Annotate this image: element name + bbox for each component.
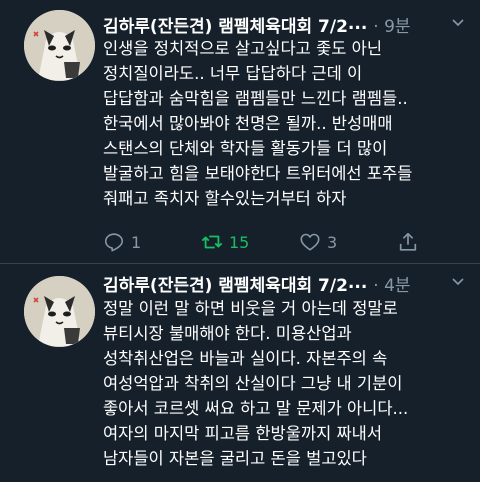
like-button[interactable]: 3 bbox=[299, 227, 337, 257]
retweet-button[interactable]: 15 bbox=[201, 227, 249, 257]
retweet-count: 15 bbox=[229, 232, 250, 252]
tweet-line: 여자의 마지막 피고름 한방울까지 짜내서 bbox=[103, 424, 383, 443]
author-name-ellipsis: ... bbox=[347, 14, 368, 34]
author-name[interactable]: 김하루(잔든견) 램펨체육대회 7/2 bbox=[103, 12, 348, 37]
tweet-line: 뷰티시장 불매해야 한다. 미용산업과 bbox=[103, 324, 352, 343]
avatar-image bbox=[24, 10, 95, 81]
tweet-header: 김하루(잔든견) 램펨체육대회 7/2 ... · 4분 bbox=[103, 271, 470, 296]
author-name[interactable]: 김하루(잔든견) 램펨체육대회 7/2 bbox=[103, 271, 348, 296]
tweet-line: 여성억압과 착취의 산실이다 그냥 내 기분이 bbox=[103, 374, 403, 393]
avatar[interactable] bbox=[24, 276, 95, 347]
tweet-line: 좋아서 코르셋 써요 하고 말 문제가 아니다... bbox=[103, 399, 409, 418]
tweet-header: 김하루(잔든견) 램펨체육대회 7/2 ... · 9분 bbox=[103, 12, 470, 37]
tweet-line: 남자들이 자본을 굴리고 돈을 벌고있다 bbox=[103, 449, 367, 468]
action-bar: 1 15 3 bbox=[103, 227, 440, 257]
tweet-text: 정말 이런 말 하면 비웃을 거 아는데 정말로 뷰티시장 불매해야 한다. 미… bbox=[103, 296, 468, 471]
share-icon bbox=[399, 232, 417, 251]
chevron-down-icon[interactable] bbox=[450, 273, 466, 289]
like-icon bbox=[300, 233, 320, 251]
timestamp[interactable]: · 9분 bbox=[373, 12, 410, 37]
reply-button[interactable]: 1 bbox=[103, 227, 141, 257]
timestamp[interactable]: · 4분 bbox=[373, 271, 410, 296]
share-button[interactable] bbox=[397, 227, 425, 257]
avatar[interactable] bbox=[24, 10, 95, 81]
tweet[interactable]: 김하루(잔든견) 램펨체육대회 7/2 ... · 4분 정말 이런 말 하면 … bbox=[0, 263, 480, 482]
tweet-line: 정말 이런 말 하면 비웃을 거 아는데 정말로 bbox=[103, 299, 398, 318]
tweet-line: 답답함과 숨막힘을 램펨들만 느낀다 램펨들.. bbox=[103, 89, 408, 108]
reply-count: 1 bbox=[131, 232, 142, 252]
like-count: 3 bbox=[327, 232, 338, 252]
tweet-line: 줘패고 족치자 할수있는거부터 하자 bbox=[103, 189, 347, 208]
tweet-line: 스탠스의 단체와 학자들 활동가들 더 많이 bbox=[103, 139, 388, 158]
chevron-down-icon[interactable] bbox=[450, 14, 466, 30]
tweet-line: 인생을 정치적으로 살고싶다고 좇도 아닌 bbox=[103, 39, 383, 58]
reply-icon bbox=[104, 233, 124, 252]
tweet-line: 정치질이라도.. 너무 답답하다 근데 이 bbox=[103, 64, 363, 83]
tweet-line: 발굴하고 힘을 보태야한다 트위터에선 포주들 bbox=[103, 164, 413, 183]
tweet[interactable]: 김하루(잔든견) 램펨체육대회 7/2 ... · 9분 인생을 정치적으로 살… bbox=[0, 0, 480, 263]
retweet-icon bbox=[201, 235, 223, 249]
author-name-ellipsis: ... bbox=[347, 273, 368, 293]
tweet-line: 성착취산업은 바늘과 실이다. 자본주의 속 bbox=[103, 349, 388, 368]
avatar-image bbox=[24, 276, 95, 347]
tweet-line: 한국에서 많아봐야 천명은 될까.. 반성매매 bbox=[103, 114, 393, 133]
tweet-text: 인생을 정치적으로 살고싶다고 좇도 아닌 정치질이라도.. 너무 답답하다 근… bbox=[103, 36, 468, 211]
